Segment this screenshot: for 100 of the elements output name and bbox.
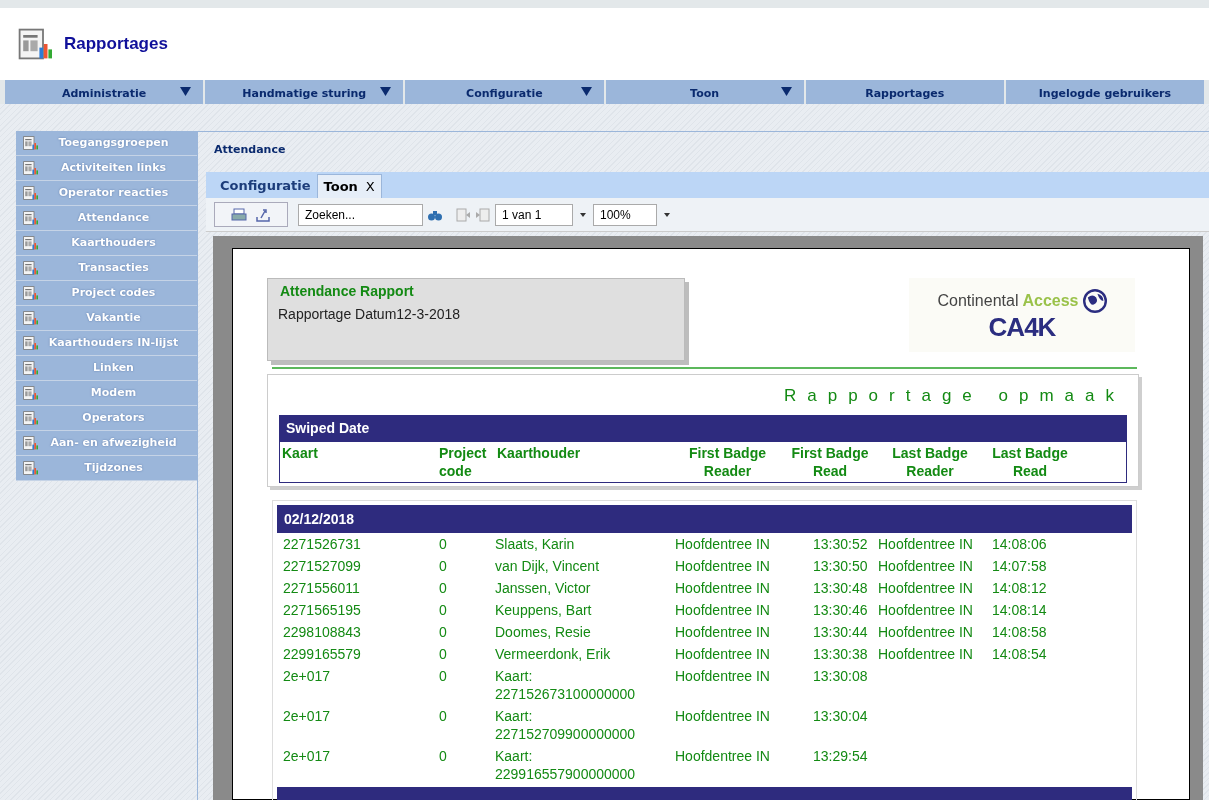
table-cell-text: Hoofdentree IN: [675, 535, 771, 553]
sidebar-item[interactable]: Tijdzones: [16, 456, 197, 481]
printer-icon: [231, 206, 247, 223]
report-icon: [22, 260, 38, 276]
sidebar-item[interactable]: Aan- en afwezigheid: [16, 431, 197, 456]
report-icon: [16, 26, 52, 62]
column-header: First Badge Reader: [688, 443, 767, 481]
table-cell-text: 0: [439, 601, 448, 619]
nav-menu-item[interactable]: Ingelogde gebruikers: [1005, 80, 1205, 104]
sidebar-item[interactable]: Vakantie: [16, 306, 197, 331]
report-title: Attendance Rapport: [279, 282, 415, 301]
table-cell-text: 13:30:08: [813, 667, 869, 686]
nav-menu-item[interactable]: Rapportages: [805, 80, 1004, 104]
table-cell-text: van Dijk, Vincent: [495, 557, 600, 575]
table-cell-text: Kaart: 227152709900000000: [495, 707, 637, 743]
report-icon: [22, 160, 38, 176]
table-cell-text: Hoofdentree IN: [675, 747, 771, 766]
table-cell-text: Kaart: 229916557900000000: [495, 747, 637, 783]
table-cell-text: Hoofdentree IN: [878, 557, 974, 575]
table-cell-text: 0: [439, 747, 448, 766]
table-cell-text: Hoofdentree IN: [675, 557, 771, 575]
globe-icon: [1082, 289, 1107, 313]
search-field[interactable]: Zoeken...: [298, 203, 423, 226]
table-cell-text: 2271565195: [283, 601, 362, 619]
sidebar-item[interactable]: Transacties: [16, 256, 197, 281]
table-cell-text: Vermeerdonk, Erik: [495, 645, 612, 663]
sidebar-item[interactable]: Kaarthouders IN-lijst: [16, 331, 197, 356]
sidebar-item[interactable]: Activiteiten links: [16, 156, 197, 181]
table-cell-text: 14:08:12: [992, 579, 1048, 597]
dropdown-caret-icon[interactable]: [579, 210, 587, 219]
export-icon: [255, 206, 271, 223]
report-icon: [22, 335, 38, 351]
column-header: Last Badge Read: [991, 443, 1069, 481]
table-cell-text: Hoofdentree IN: [675, 645, 771, 663]
table-cell-text: Hoofdentree IN: [675, 667, 771, 686]
table-cell-text: Janssen, Victor: [495, 579, 592, 597]
table-cell-text: 13:30:52: [813, 535, 869, 553]
table-cell-text: 0: [439, 623, 448, 641]
sidebar-item[interactable]: Operator reacties: [16, 181, 197, 206]
report-icon: [22, 360, 38, 376]
table-cell-text: 2271556011: [283, 579, 361, 597]
table-cell-text: 0: [439, 645, 448, 663]
sidebar-item[interactable]: Linken: [16, 356, 197, 381]
sidebar-item[interactable]: Toegangsgroepen: [16, 131, 197, 156]
table-cell-text: 14:08:14: [992, 601, 1048, 619]
nav-menu-item[interactable]: Toon: [605, 80, 804, 104]
nav-menu-item[interactable]: Configuratie: [405, 80, 604, 104]
report-date: Rapportage Datum12-3-2018: [278, 305, 462, 324]
table-cell-text: 13:30:04: [813, 707, 869, 726]
table-cell-text: Slaats, Karin: [495, 535, 576, 553]
report-icon: [22, 285, 38, 301]
table-cell-text: Hoofdentree IN: [878, 623, 974, 641]
report-icon: [22, 410, 38, 426]
column-header: Kaarthouder: [496, 443, 582, 463]
dropdown-caret-icon[interactable]: [663, 210, 671, 219]
company-logo: Continental Access CA4K: [909, 278, 1135, 352]
sidebar-item[interactable]: Kaarthouders: [16, 231, 197, 256]
report-icon: [22, 210, 38, 226]
table-cell-text: Hoofdentree IN: [878, 535, 974, 553]
table-cell-text: 0: [439, 557, 448, 575]
table-cell-text: 13:30:44: [813, 623, 869, 641]
report-icon: [22, 310, 38, 326]
table-cell-text: 14:08:54: [992, 645, 1048, 663]
table-cell-text: Hoofdentree IN: [878, 645, 974, 663]
nav-menu-item[interactable]: Administratie: [5, 80, 204, 104]
tab[interactable]: Toon X: [316, 174, 382, 198]
group-date: 02/12/2018: [277, 505, 1132, 533]
table-cell-text: 0: [439, 579, 448, 597]
column-header: First Badge Read: [790, 443, 870, 481]
table-cell-text: Hoofdentree IN: [878, 579, 974, 597]
sidebar-item[interactable]: Operators: [16, 406, 197, 431]
column-header: Kaart: [281, 443, 319, 463]
page-title: Rapportages: [64, 33, 168, 56]
sidebar-item[interactable]: Modem: [16, 381, 197, 406]
table-cell-text: 2299165579: [283, 645, 362, 663]
page-field[interactable]: 1 van 1: [495, 203, 573, 226]
table-cell-text: Hoofdentree IN: [675, 623, 771, 641]
nav-menu-item[interactable]: Handmatige sturing: [205, 80, 404, 104]
table-cell-text: Hoofdentree IN: [675, 579, 771, 597]
sidebar-item[interactable]: Project codes: [16, 281, 197, 306]
sidebar-item[interactable]: Attendance: [16, 206, 197, 231]
table-cell-text: 13:30:38: [813, 645, 869, 663]
report-icon: [22, 235, 38, 251]
table-cell-text: 13:30:50: [813, 557, 869, 575]
table-cell-text: 13:30:46: [813, 601, 869, 619]
table-cell-text: 0: [439, 667, 448, 686]
table-cell-text: Doomes, Resie: [495, 623, 592, 641]
table-cell-text: 2271527099: [283, 557, 362, 575]
report-icon: [22, 185, 38, 201]
zoom-field[interactable]: 100%: [593, 203, 657, 226]
table-cell-text: 2e+017: [283, 707, 332, 726]
table-cell-text: 0: [439, 707, 448, 726]
table-cell-text: Hoofdentree IN: [675, 707, 771, 726]
table-cell-text: 0: [439, 535, 448, 553]
column-header: Project code: [438, 443, 488, 481]
group-label: Swiped Date: [280, 415, 1126, 442]
table-cell-text: 14:07:58: [992, 557, 1048, 575]
tab[interactable]: Configuratie: [214, 174, 317, 198]
print-export-button[interactable]: [214, 202, 288, 227]
table-cell-text: Keuppens, Bart: [495, 601, 593, 619]
